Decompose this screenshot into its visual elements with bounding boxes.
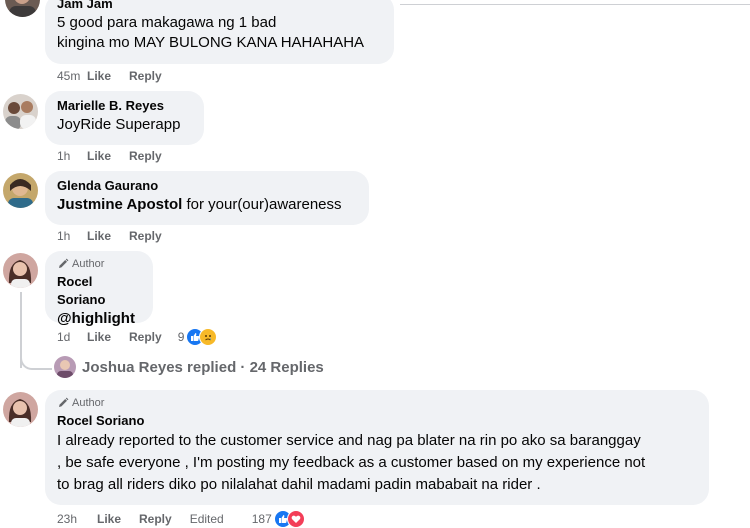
avatar[interactable] [3, 94, 38, 129]
comment-bubble: Author Rocel Soriano @highlight [45, 251, 153, 327]
reaction-count: 187 [251, 512, 272, 526]
comment-bubble: Author Rocel Soriano I already reported … [45, 390, 709, 505]
love-reaction-icon [286, 510, 305, 528]
comment-bubble: Marielle B. Reyes JoyRide Superapp [45, 91, 204, 145]
comment-text: JoyRide Superapp [57, 116, 181, 133]
comment-bubble: Jam Jam 5 good para makagawa ng 1 bad ki… [45, 0, 394, 64]
avatar[interactable] [5, 0, 40, 17]
comment-text-line: , be safe everyone , I'm posting my feed… [57, 454, 646, 471]
comment-actions: 1h Like Reply [57, 149, 180, 163]
author-badge: Author [57, 396, 697, 410]
reaction-count: 9 [177, 330, 185, 344]
like-button[interactable]: Like [87, 330, 111, 344]
avatar [54, 356, 76, 378]
comment-text-line: kingina mo MAY BULONG KANA HAHAHAHA [57, 34, 365, 51]
comment-text[interactable]: @highlight [57, 309, 141, 329]
comment-actions: 45m Like Reply [57, 69, 180, 83]
author-badge-label: Author [72, 258, 105, 270]
edited-label[interactable]: Edited [190, 512, 224, 526]
comment-text-line: I already reported to the customer servi… [57, 432, 641, 449]
comment-author-name[interactable]: Marielle B. Reyes [57, 97, 192, 115]
sad-reaction-icon [199, 328, 218, 346]
reply-button[interactable]: Reply [139, 512, 172, 526]
comment-author-name[interactable]: Rocel Soriano [57, 412, 697, 430]
timestamp[interactable]: 45m [57, 69, 87, 83]
reactions-summary[interactable]: 187 [252, 510, 305, 528]
avatar[interactable] [3, 253, 38, 288]
timestamp[interactable]: 1d [57, 330, 87, 344]
reply-button[interactable]: Reply [129, 69, 162, 83]
author-badge-label: Author [72, 397, 105, 409]
comment-bubble: Glenda Gaurano Justmine Apostol for your… [45, 171, 369, 225]
avatar[interactable] [3, 392, 38, 427]
reply-button[interactable]: Reply [129, 149, 162, 163]
comment-text-body: for your(our)awareness [182, 196, 342, 213]
avatar[interactable] [3, 173, 38, 208]
like-button[interactable]: Like [87, 229, 111, 243]
comment-author-name[interactable]: Rocel Soriano [57, 273, 141, 309]
replies-link-text[interactable]: Joshua Reyes replied · 24 Replies [82, 359, 324, 376]
comment-text: Justmine Apostol for your(our)awareness [57, 195, 357, 215]
timestamp[interactable]: 1h [57, 229, 87, 243]
mentioned-user[interactable]: Justmine Apostol [57, 196, 182, 213]
like-button[interactable]: Like [87, 149, 111, 163]
pencil-icon [59, 258, 69, 268]
thread-connector-curve [20, 352, 52, 370]
comment-actions: 1h Like Reply [57, 229, 180, 243]
reply-button[interactable]: Reply [129, 229, 162, 243]
comment-author-name[interactable]: Glenda Gaurano [57, 177, 357, 195]
comment-actions: 1d Like Reply 9 [57, 328, 218, 346]
like-button[interactable]: Like [87, 69, 111, 83]
timestamp[interactable]: 1h [57, 149, 87, 163]
comment-author-name[interactable]: Jam Jam [57, 0, 382, 9]
timestamp[interactable]: 23h [57, 512, 97, 526]
comment-text-line: to brag all riders diko po nilalahat dah… [57, 476, 541, 493]
view-replies-link[interactable]: Joshua Reyes replied · 24 Replies [54, 356, 324, 378]
comment-actions: 23h Like Reply Edited 187 [57, 510, 305, 528]
like-button[interactable]: Like [97, 512, 121, 526]
reply-button[interactable]: Reply [129, 330, 162, 344]
reactions-summary[interactable]: 9 [178, 328, 218, 346]
author-badge: Author [57, 257, 141, 271]
divider [400, 4, 750, 5]
comment-text-line: 5 good para makagawa ng 1 bad [57, 14, 277, 31]
pencil-icon [59, 397, 69, 407]
